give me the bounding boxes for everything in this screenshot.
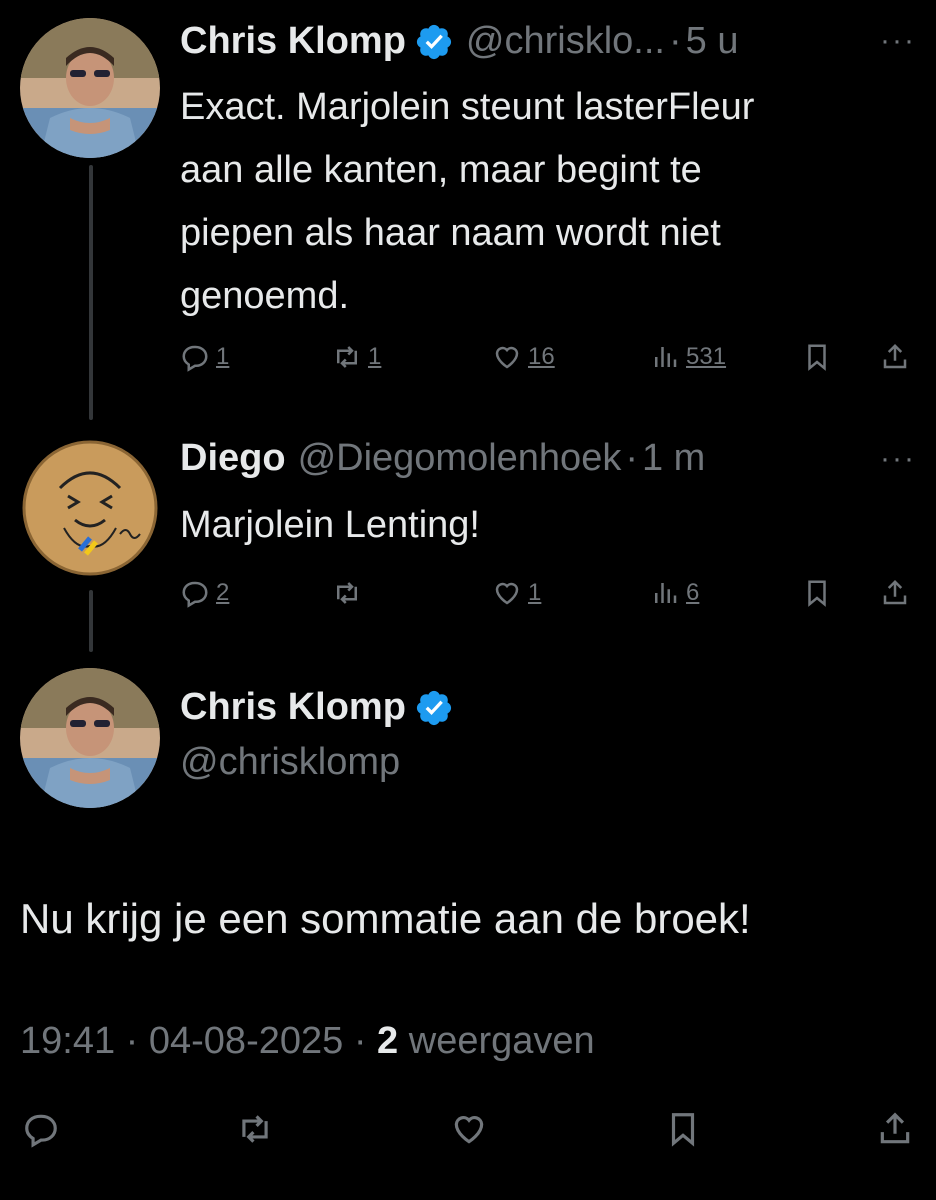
separator-dot: · [353, 1020, 367, 1062]
share-button[interactable] [876, 1110, 914, 1148]
tweet-text-line: aan alle kanten, maar begint te [180, 149, 702, 191]
author-handle[interactable]: @chrisklomp [180, 741, 454, 784]
thread-connector-line [89, 590, 93, 652]
retweet-icon [242, 1115, 268, 1143]
tweet-actions: 1 1 16 531 [180, 342, 916, 382]
views-count: 2 [377, 1020, 399, 1062]
author-name[interactable]: Chris Klomp [180, 20, 406, 63]
reply-icon [182, 581, 208, 608]
avatar[interactable] [20, 668, 160, 808]
views-icon [655, 583, 677, 603]
like-button[interactable]: 1 [492, 578, 541, 608]
retweet-button[interactable] [332, 578, 362, 608]
tweet-header: Chris Klomp @chrisklo... · 5 u [180, 20, 738, 63]
share-button[interactable] [880, 578, 910, 608]
tweet-time[interactable]: 5 u [686, 20, 739, 63]
views-button[interactable]: 6 [650, 578, 699, 608]
like-button[interactable]: 16 [492, 342, 555, 372]
bookmark-icon [808, 580, 826, 607]
tweet-text: Exact. Marjolein steunt lasterFleur aan … [180, 76, 900, 328]
reply-icon [182, 345, 208, 372]
more-options-icon[interactable]: ··· [880, 442, 916, 476]
author-handle[interactable]: @Diegomolenhoek [298, 437, 622, 480]
bookmark-button[interactable] [802, 578, 832, 608]
retweet-count: 1 [368, 343, 382, 370]
author-name[interactable]: Chris Klomp [180, 686, 406, 729]
retweet-button[interactable]: 1 [332, 342, 381, 372]
verified-badge-icon [414, 22, 454, 62]
separator-dot: · [625, 437, 638, 479]
reply-button[interactable]: 1 [180, 342, 229, 372]
author-handle[interactable]: @chrisklo... [466, 20, 665, 63]
heart-icon [454, 1116, 484, 1144]
share-icon [883, 343, 907, 369]
reply-button[interactable]: 2 [180, 578, 229, 608]
more-options-icon[interactable]: ··· [880, 24, 916, 58]
reply-count: 2 [216, 579, 230, 606]
separator-dot: · [125, 1020, 139, 1062]
views-count: 6 [686, 579, 700, 606]
tweet-metadata: 19:41 · 04-08-2025 · 2 weergaven [20, 1020, 595, 1063]
main-author-block: Chris Klomp @chrisklomp [180, 686, 454, 784]
reply-count: 1 [216, 343, 230, 370]
views-label: weergaven [408, 1020, 595, 1062]
reply-button[interactable] [22, 1110, 60, 1148]
views-count: 531 [686, 343, 727, 370]
reply-icon [25, 1114, 57, 1148]
tweet-date[interactable]: 04-08-2025 [149, 1020, 343, 1062]
bookmark-icon [671, 1113, 695, 1147]
tweet-text-line: genoemd. [180, 275, 350, 317]
tweet-text-line: piepen als haar naam wordt niet [180, 212, 721, 254]
bookmark-button[interactable] [664, 1110, 702, 1148]
avatar[interactable] [20, 18, 160, 158]
author-name[interactable]: Diego [180, 437, 286, 480]
heart-icon [495, 346, 519, 369]
thread-connector-line [89, 165, 93, 420]
main-author-row: Chris Klomp [180, 686, 454, 729]
tweet-actions: 2 1 6 [180, 578, 916, 618]
retweet-icon [337, 346, 357, 368]
tweet-header: Diego @Diegomolenhoek · 1 m [180, 437, 705, 480]
tweet-text-line: Exact. Marjolein steunt lasterFleur [180, 86, 755, 128]
tweet-time[interactable]: 19:41 [20, 1020, 115, 1062]
retweet-icon [337, 582, 357, 604]
tweet-text: Marjolein Lenting! [180, 504, 480, 546]
views-icon [655, 347, 677, 367]
tweet-time[interactable]: 1 m [642, 437, 705, 480]
share-icon [880, 1112, 910, 1144]
avatar[interactable] [20, 438, 160, 578]
main-tweet-actions [0, 1110, 936, 1160]
retweet-button[interactable] [236, 1110, 274, 1148]
like-count: 1 [528, 579, 542, 606]
views-button[interactable]: 531 [650, 342, 726, 372]
like-button[interactable] [450, 1110, 488, 1148]
bookmark-icon [808, 344, 826, 371]
heart-icon [495, 582, 519, 605]
bookmark-button[interactable] [802, 342, 832, 372]
share-icon [883, 579, 907, 605]
share-button[interactable] [880, 342, 910, 372]
main-tweet-text: Nu krijg je een sommatie aan de broek! [20, 895, 751, 942]
like-count: 16 [528, 343, 555, 370]
verified-badge-icon [414, 688, 454, 728]
separator-dot: · [668, 20, 682, 62]
